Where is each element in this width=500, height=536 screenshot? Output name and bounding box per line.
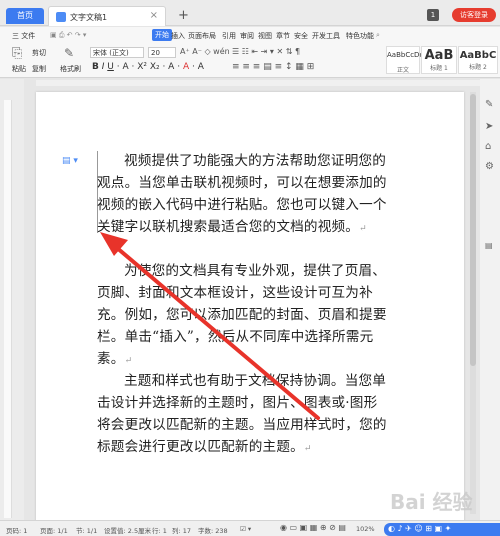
status-page: 页码: 1: [6, 527, 28, 535]
red-arrow-annotation: [100, 232, 320, 420]
watermark: Bai 经验: [390, 490, 473, 514]
status-spell-icon[interactable]: ☑ ▾: [240, 525, 251, 533]
zoom-level[interactable]: 102%: [356, 525, 375, 533]
status-setting: 设置值: 2.5厘米: [104, 527, 152, 535]
status-pages: 页面: 1/1: [40, 527, 68, 535]
status-words: 字数: 238: [198, 527, 228, 535]
status-row: 行: 1: [152, 527, 167, 535]
status-col: 列: 17: [172, 527, 192, 535]
view-mode-icons[interactable]: ◉ ▭ ▣ ▦ ⊕ ⊘ ▤: [280, 523, 346, 532]
assistant-icons[interactable]: ◐ ♪ ✈ ☺ ⊞ ▣ ✦: [388, 524, 451, 533]
zoom-toolbar[interactable]: ◐ ♪ ✈ ☺ ⊞ ▣ ✦: [384, 523, 500, 536]
status-section: 节: 1/1: [76, 527, 98, 535]
